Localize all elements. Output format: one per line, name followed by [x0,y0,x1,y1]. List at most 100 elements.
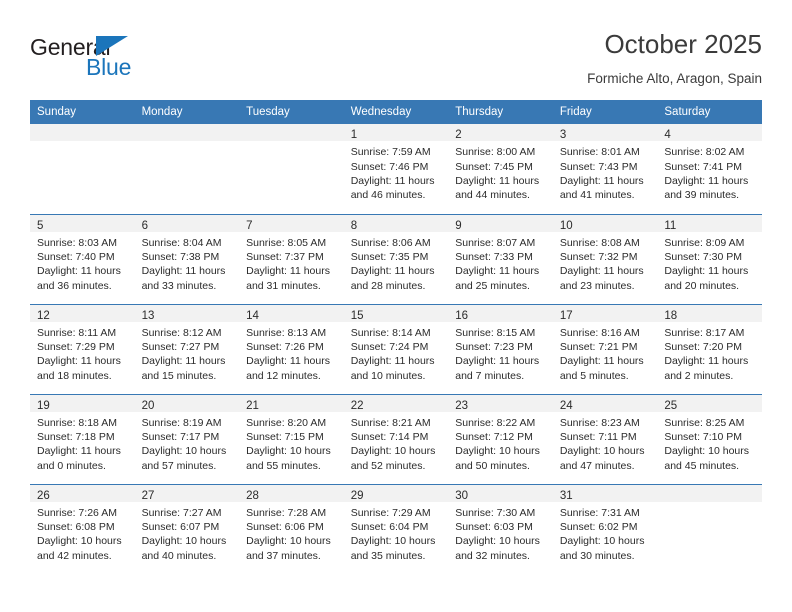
calendar-day-cell[interactable]: 17 Sunrise: 8:16 AM Sunset: 7:21 PM Dayligh… [552,303,658,395]
day-number: 6 [141,219,148,232]
sunrise-time: Sunrise: 8:08 AM [559,236,640,249]
daylight-duration-line1: Daylight: 10 hours [559,535,645,548]
daylight-duration-line1: Daylight: 10 hours [141,535,227,548]
daylight-duration-line1: Daylight: 11 hours [664,265,749,278]
daylight-duration-line1: Daylight: 10 hours [350,535,436,548]
day-number: 8 [350,219,358,232]
daylight-duration-line1: Daylight: 11 hours [559,174,644,187]
sunrise-time: Sunrise: 8:22 AM [455,416,536,429]
calendar-day-cell[interactable]: 1 Sunrise: 7:59 AM Sunset: 7:46 PM Daylight… [343,124,449,214]
daylight-duration-line1: Daylight: 11 hours [37,355,121,368]
calendar-day-cell[interactable]: 21 Sunrise: 8:20 AM Sunset: 7:15 PM Dayligh… [239,393,344,485]
day-number: 15 [350,309,364,322]
calendar-day-cell[interactable]: 25 Sunrise: 8:25 AM Sunset: 7:10 PM Dayligh… [657,393,762,485]
sunset-time: Sunset: 7:12 PM [455,431,533,444]
daylight-duration-line1: Daylight: 11 hours [455,355,540,368]
sunset-time: Sunset: 6:06 PM [246,521,324,534]
day-number: 25 [664,399,678,412]
sunset-time: Sunset: 7:37 PM [246,251,324,264]
day-number: 10 [559,219,573,232]
daylight-duration-line1: Daylight: 10 hours [141,445,227,458]
calendar-day-cell[interactable]: 22 Sunrise: 8:21 AM Sunset: 7:14 PM Dayligh… [343,393,449,485]
calendar-day-cell[interactable]: 4 Sunrise: 8:02 AM Sunset: 7:41 PM Daylight… [657,124,762,214]
sunset-time: Sunset: 7:41 PM [664,160,743,173]
day-number-band: 12 [30,304,135,322]
day-detail-body: Sunrise: 8:04 AM Sunset: 7:38 PM Daylight:… [135,232,240,293]
day-number: 5 [37,219,44,232]
calendar-day-cell[interactable]: 15 Sunrise: 8:14 AM Sunset: 7:24 PM Dayligh… [343,303,449,395]
calendar-day-cell[interactable]: 11 Sunrise: 8:09 AM Sunset: 7:30 PM Dayligh… [657,213,762,305]
sunrise-time: Sunrise: 8:05 AM [246,236,327,249]
daylight-duration-line2: and 20 minutes. [664,279,740,292]
calendar-day-cell[interactable]: 24 Sunrise: 8:23 AM Sunset: 7:11 PM Dayligh… [552,393,658,485]
calendar-day-cell[interactable]: 26 Sunrise: 7:26 AM Sunset: 6:08 PM Dayligh… [30,483,135,575]
calendar-day-cell-empty [657,483,762,575]
calendar-day-cell[interactable]: 30 Sunrise: 7:30 AM Sunset: 6:03 PM Dayligh… [448,483,553,575]
calendar-day-cell[interactable]: 28 Sunrise: 7:28 AM Sunset: 6:06 PM Dayligh… [239,483,344,575]
calendar-day-cell[interactable]: 12 Sunrise: 8:11 AM Sunset: 7:29 PM Dayligh… [30,303,135,395]
calendar-day-cell[interactable]: 10 Sunrise: 8:08 AM Sunset: 7:32 PM Dayligh… [552,213,658,305]
sunrise-time: Sunrise: 8:12 AM [141,326,222,339]
calendar-day-cell[interactable]: 5 Sunrise: 8:03 AM Sunset: 7:40 PM Daylight… [30,213,135,305]
day-number: 16 [455,309,469,322]
calendar-day-cell[interactable]: 9 Sunrise: 8:07 AM Sunset: 7:33 PM Daylight… [448,213,553,305]
day-detail-body: Sunrise: 8:02 AM Sunset: 7:41 PM Daylight:… [657,141,762,202]
day-detail-body: Sunrise: 8:20 AM Sunset: 7:15 PM Daylight:… [239,412,344,473]
weekday-header-wednesday: Wednesday [343,100,449,125]
daylight-duration-line2: and 28 minutes. [350,279,426,292]
sunrise-time: Sunrise: 8:00 AM [455,146,536,159]
calendar-day-cell[interactable]: 18 Sunrise: 8:17 AM Sunset: 7:20 PM Dayligh… [657,303,762,395]
calendar-day-cell[interactable]: 27 Sunrise: 7:27 AM Sunset: 6:07 PM Dayligh… [134,483,240,575]
sunrise-time: Sunrise: 8:15 AM [455,326,536,339]
daylight-duration-line1: Daylight: 11 hours [37,445,121,458]
sunset-time: Sunset: 7:14 PM [350,431,429,444]
day-detail-body: Sunrise: 8:13 AM Sunset: 7:26 PM Daylight:… [239,322,344,383]
daylight-duration-line2: and 25 minutes. [455,279,530,292]
day-number-band: 22 [343,394,449,412]
calendar-day-cell[interactable]: 23 Sunrise: 8:22 AM Sunset: 7:12 PM Dayligh… [448,393,553,485]
sunset-time: Sunset: 7:20 PM [664,341,743,354]
day-number-band [134,124,240,142]
day-number-band: 28 [239,484,344,502]
calendar-day-cell[interactable]: 13 Sunrise: 8:12 AM Sunset: 7:27 PM Dayligh… [134,303,240,395]
day-detail-body: Sunrise: 8:19 AM Sunset: 7:17 PM Daylight:… [135,412,240,473]
sunset-time: Sunset: 7:46 PM [350,160,429,173]
calendar-day-cell[interactable]: 16 Sunrise: 8:15 AM Sunset: 7:23 PM Dayligh… [448,303,553,395]
day-detail-body: Sunrise: 8:23 AM Sunset: 7:11 PM Daylight:… [553,412,658,473]
calendar-week-row: 5 Sunrise: 8:03 AM Sunset: 7:40 PM Daylight… [30,213,762,305]
general-blue-logo[interactable]: General Blue [30,28,160,84]
day-number-band: 30 [448,484,553,502]
day-detail-body: Sunrise: 7:30 AM Sunset: 6:03 PM Daylight:… [448,502,553,563]
sunset-time: Sunset: 7:38 PM [141,251,220,264]
sunrise-time: Sunrise: 7:26 AM [37,506,117,519]
calendar-day-cell[interactable]: 2 Sunrise: 8:00 AM Sunset: 7:45 PM Daylight… [448,124,553,214]
sunrise-time: Sunrise: 8:06 AM [350,236,431,249]
day-number: 20 [141,399,155,412]
sunrise-time: Sunrise: 8:09 AM [664,236,745,249]
title-block: October 2025 Formiche Alto, Aragon, Spai… [587,28,762,87]
calendar-day-cell[interactable]: 19 Sunrise: 8:18 AM Sunset: 7:18 PM Dayligh… [30,393,135,485]
calendar-day-cell[interactable]: 31 Sunrise: 7:31 AM Sunset: 6:02 PM Dayligh… [552,483,658,575]
calendar-week-row: 19 Sunrise: 8:18 AM Sunset: 7:18 PM Dayligh… [30,393,762,485]
day-detail-body: Sunrise: 8:15 AM Sunset: 7:23 PM Daylight:… [448,322,553,383]
calendar-day-cell[interactable]: 20 Sunrise: 8:19 AM Sunset: 7:17 PM Dayligh… [134,393,240,485]
daylight-duration-line1: Daylight: 11 hours [559,355,644,368]
sunset-time: Sunset: 7:32 PM [559,251,638,264]
calendar-day-cell[interactable]: 7 Sunrise: 8:05 AM Sunset: 7:37 PM Daylight… [239,213,344,305]
daylight-duration-line1: Daylight: 11 hours [141,355,226,368]
calendar-day-cell[interactable]: 8 Sunrise: 8:06 AM Sunset: 7:35 PM Daylight… [343,213,449,305]
sunset-time: Sunset: 7:21 PM [559,341,638,354]
day-number: 26 [37,489,50,502]
day-number: 27 [141,489,155,502]
daylight-duration-line2: and 5 minutes. [559,369,629,382]
sunset-time: Sunset: 6:04 PM [350,521,429,534]
calendar-day-cell[interactable]: 14 Sunrise: 8:13 AM Sunset: 7:26 PM Dayligh… [239,303,344,395]
calendar-day-cell[interactable]: 29 Sunrise: 7:29 AM Sunset: 6:04 PM Dayligh… [343,483,449,575]
day-detail-body: Sunrise: 8:16 AM Sunset: 7:21 PM Daylight:… [553,322,658,383]
daylight-duration-line1: Daylight: 11 hours [455,174,540,187]
calendar-week-row: 1 Sunrise: 7:59 AM Sunset: 7:46 PM Daylight… [30,124,762,214]
calendar-day-cell[interactable]: 6 Sunrise: 8:04 AM Sunset: 7:38 PM Daylight… [134,213,240,305]
calendar-day-cell[interactable]: 3 Sunrise: 8:01 AM Sunset: 7:43 PM Daylight… [552,124,658,214]
day-detail-body: Sunrise: 8:03 AM Sunset: 7:40 PM Daylight:… [30,232,135,293]
sunrise-time: Sunrise: 7:29 AM [350,506,431,519]
